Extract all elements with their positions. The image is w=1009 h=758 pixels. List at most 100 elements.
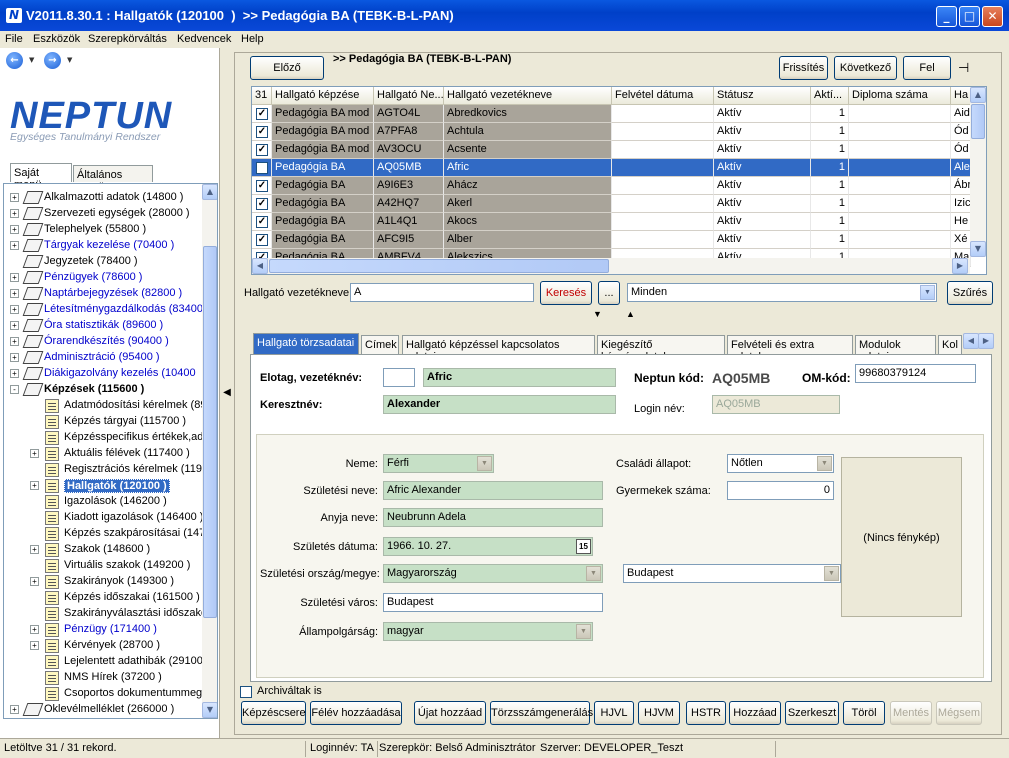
tree-item[interactable]: + Telephelyek (55800 ) bbox=[4, 222, 200, 238]
bottom-button[interactable]: Félév hozzáadása bbox=[310, 701, 402, 725]
bottom-button[interactable]: Szerkeszt bbox=[785, 701, 839, 725]
column-header[interactable]: 31 bbox=[252, 87, 272, 105]
row-checkbox[interactable]: ✓ bbox=[256, 162, 268, 174]
tree-item[interactable]: - Képzések (115600 ) bbox=[4, 382, 200, 398]
expand-icon[interactable]: + bbox=[10, 209, 19, 218]
close-button[interactable]: ✕ bbox=[982, 6, 1003, 27]
bottom-button[interactable]: HJVM bbox=[638, 701, 680, 725]
tab-cimek[interactable]: Címek bbox=[361, 335, 399, 355]
gyermekek-input[interactable]: 0 bbox=[727, 481, 834, 500]
szuletesi-orszag-select[interactable]: Magyarország ▼ bbox=[383, 564, 603, 583]
tree-item[interactable]: Csoportos dokumentummegte bbox=[4, 686, 211, 702]
bottom-button[interactable]: Törzsszámgenerálás bbox=[490, 701, 593, 725]
row-checkbox[interactable]: ✓ bbox=[256, 216, 268, 228]
bottom-button[interactable]: HJVL bbox=[594, 701, 634, 725]
archived-checkbox[interactable] bbox=[240, 686, 252, 698]
menu-kedvencek[interactable]: Kedvencek bbox=[177, 33, 231, 45]
refresh-button[interactable]: Frissítés bbox=[779, 56, 828, 80]
row-checkbox[interactable]: ✓ bbox=[256, 108, 268, 120]
collapse-icon[interactable]: - bbox=[10, 385, 19, 394]
tree-item[interactable]: Jegyzetek (78400 ) bbox=[4, 254, 200, 270]
tree-item[interactable]: + Szervezeti egységek (28000 ) bbox=[4, 206, 200, 222]
tree-item[interactable]: + Alkalmazotti adatok (14800 ) bbox=[4, 190, 200, 206]
chevron-down-icon[interactable]: ▼ bbox=[576, 624, 591, 639]
forward-icon[interactable]: → bbox=[44, 52, 61, 69]
bottom-button[interactable]: Újat hozzáad bbox=[414, 701, 486, 725]
search-button[interactable]: Keresés bbox=[540, 281, 592, 305]
row-checkbox[interactable]: ✓ bbox=[256, 180, 268, 192]
bottom-button[interactable]: Hozzáad bbox=[729, 701, 781, 725]
tree-item[interactable]: NMS Hírek (37200 ) bbox=[4, 670, 200, 686]
scroll-up-icon[interactable]: ▲ bbox=[202, 184, 217, 200]
table-row[interactable]: ✓ Pedagógia BA A9I6E3 Ahácz Aktív 1 Ábr bbox=[252, 177, 972, 195]
expand-icon[interactable]: + bbox=[10, 193, 19, 202]
szuletesi-nev-input[interactable]: Afric Alexander bbox=[383, 481, 603, 500]
bottom-button[interactable]: Képzéscsere bbox=[241, 701, 306, 725]
table-row[interactable]: ✓ Pedagógia BA A42HQ7 Akerl Aktív 1 Izic bbox=[252, 195, 972, 213]
expand-icon[interactable]: + bbox=[10, 369, 19, 378]
expand-icon[interactable]: + bbox=[10, 305, 19, 314]
neme-select[interactable]: Férfi ▼ bbox=[383, 454, 494, 473]
calendar-icon[interactable]: 15 bbox=[576, 539, 591, 554]
expand-icon[interactable]: + bbox=[30, 577, 39, 586]
tree-item[interactable]: Virtuális szakok (149200 ) bbox=[4, 558, 200, 574]
csaladi-allapot-select[interactable]: Nőtlen ▼ bbox=[727, 454, 834, 473]
tree-item[interactable]: Igazolások (146200 ) bbox=[4, 494, 200, 510]
grid-hscrollbar[interactable]: ◀ ▶ bbox=[252, 258, 970, 274]
scroll-down-icon[interactable]: ▼ bbox=[202, 702, 217, 718]
next-button[interactable]: Következő bbox=[834, 56, 897, 80]
scroll-thumb[interactable] bbox=[203, 246, 217, 618]
table-row[interactable]: ✓ Pedagógia BA mod AGTO4L Abredkovics Aktív 1… bbox=[252, 105, 972, 123]
grid-vscrollbar[interactable]: ▲ ▼ bbox=[970, 87, 986, 257]
tab-scroll-right-icon[interactable]: ▶ bbox=[978, 333, 994, 349]
column-header[interactable]: Hallgató Ne... bbox=[374, 87, 444, 105]
bottom-button[interactable]: HSTR bbox=[686, 701, 726, 725]
menu-eszkozok[interactable]: Eszközök bbox=[33, 33, 80, 45]
tree-item[interactable]: Kiadott igazolások (146400 ) bbox=[4, 510, 203, 526]
tab-altalanos-menu[interactable]: Általános menü bbox=[73, 165, 153, 193]
expand-icon[interactable]: + bbox=[10, 321, 19, 330]
chevron-down-icon[interactable]: ▼ bbox=[817, 456, 832, 471]
pin-icon[interactable]: ⊣ bbox=[958, 60, 969, 76]
tree-item[interactable]: + Pénzügy (171400 ) bbox=[4, 622, 200, 638]
expand-icon[interactable]: + bbox=[30, 481, 39, 490]
tab-felveteli[interactable]: Felvételi és extra adatok bbox=[727, 335, 853, 363]
menu-help[interactable]: Help bbox=[241, 33, 264, 45]
row-checkbox[interactable]: ✓ bbox=[256, 144, 268, 156]
column-header[interactable]: Felvétel dátuma bbox=[612, 87, 714, 105]
tree-item[interactable]: + Létesítménygazdálkodás (83400 bbox=[4, 302, 203, 318]
grid-scroll-right-icon[interactable]: ▶ bbox=[952, 258, 968, 274]
chevron-down-icon[interactable]: ▼ bbox=[477, 456, 492, 471]
expand-icon[interactable]: + bbox=[10, 289, 19, 298]
tree-item[interactable]: Szakirányválasztási időszakol bbox=[4, 606, 210, 622]
tab-modulok[interactable]: Modulok adatai bbox=[855, 335, 936, 363]
keresztnev-input[interactable]: Alexander bbox=[383, 395, 616, 414]
row-checkbox[interactable]: ✓ bbox=[256, 126, 268, 138]
grid-vscroll-thumb[interactable] bbox=[971, 104, 985, 139]
tree-item[interactable]: Képzésspecifikus értékek,ada bbox=[4, 430, 210, 446]
tree-item[interactable]: Adatmódosítási kérelmek (890 bbox=[4, 398, 213, 414]
tree-item[interactable]: + Aktuális félévek (117400 ) bbox=[4, 446, 200, 462]
tree-item[interactable]: Képzés időszakai (161500 ) bbox=[4, 590, 200, 606]
table-row[interactable]: ✓ Pedagógia BA mod A7PFA8 Achtula Aktív 1 Ód bbox=[252, 123, 972, 141]
column-header[interactable]: Hallgató képzése bbox=[272, 87, 374, 105]
tab-kiegeszito[interactable]: Kiegészítő képzésadatok bbox=[597, 335, 725, 363]
prev-button[interactable]: Előző bbox=[250, 56, 324, 80]
chevron-down-icon[interactable]: ▼ bbox=[586, 566, 601, 581]
tab-sajat-menu[interactable]: Saját menü bbox=[10, 163, 72, 191]
tab-kol[interactable]: Kol bbox=[938, 335, 962, 355]
om-kod-input[interactable]: 99680379124 bbox=[855, 364, 976, 383]
anyja-neve-input[interactable]: Neubrunn Adela bbox=[383, 508, 603, 527]
menu-szerepkorvaltas[interactable]: Szerepkörváltás bbox=[88, 33, 167, 45]
szuletesi-megye-select[interactable]: Budapest ▼ bbox=[623, 564, 841, 583]
grid-scroll-up-icon[interactable]: ▲ bbox=[970, 87, 986, 103]
table-row[interactable]: ✓ Pedagógia BA A1L4Q1 Akocs Aktív 1 He bbox=[252, 213, 972, 231]
minimize-button[interactable]: _ bbox=[936, 6, 957, 27]
table-row[interactable]: ✓ Pedagógia BA AQ05MB Afric Aktív 1 Ale bbox=[252, 159, 972, 177]
collapse-panel-icon[interactable]: ◀ bbox=[221, 372, 233, 414]
tree-item[interactable]: + Oklevélmelléklet (266000 ) bbox=[4, 702, 200, 718]
splitter-up-icon[interactable]: ▲ bbox=[626, 309, 635, 319]
tree-scrollbar[interactable]: ▲ ▼ bbox=[202, 184, 217, 718]
menu-file[interactable]: File bbox=[5, 33, 23, 45]
bottom-button[interactable]: Töröl bbox=[843, 701, 885, 725]
